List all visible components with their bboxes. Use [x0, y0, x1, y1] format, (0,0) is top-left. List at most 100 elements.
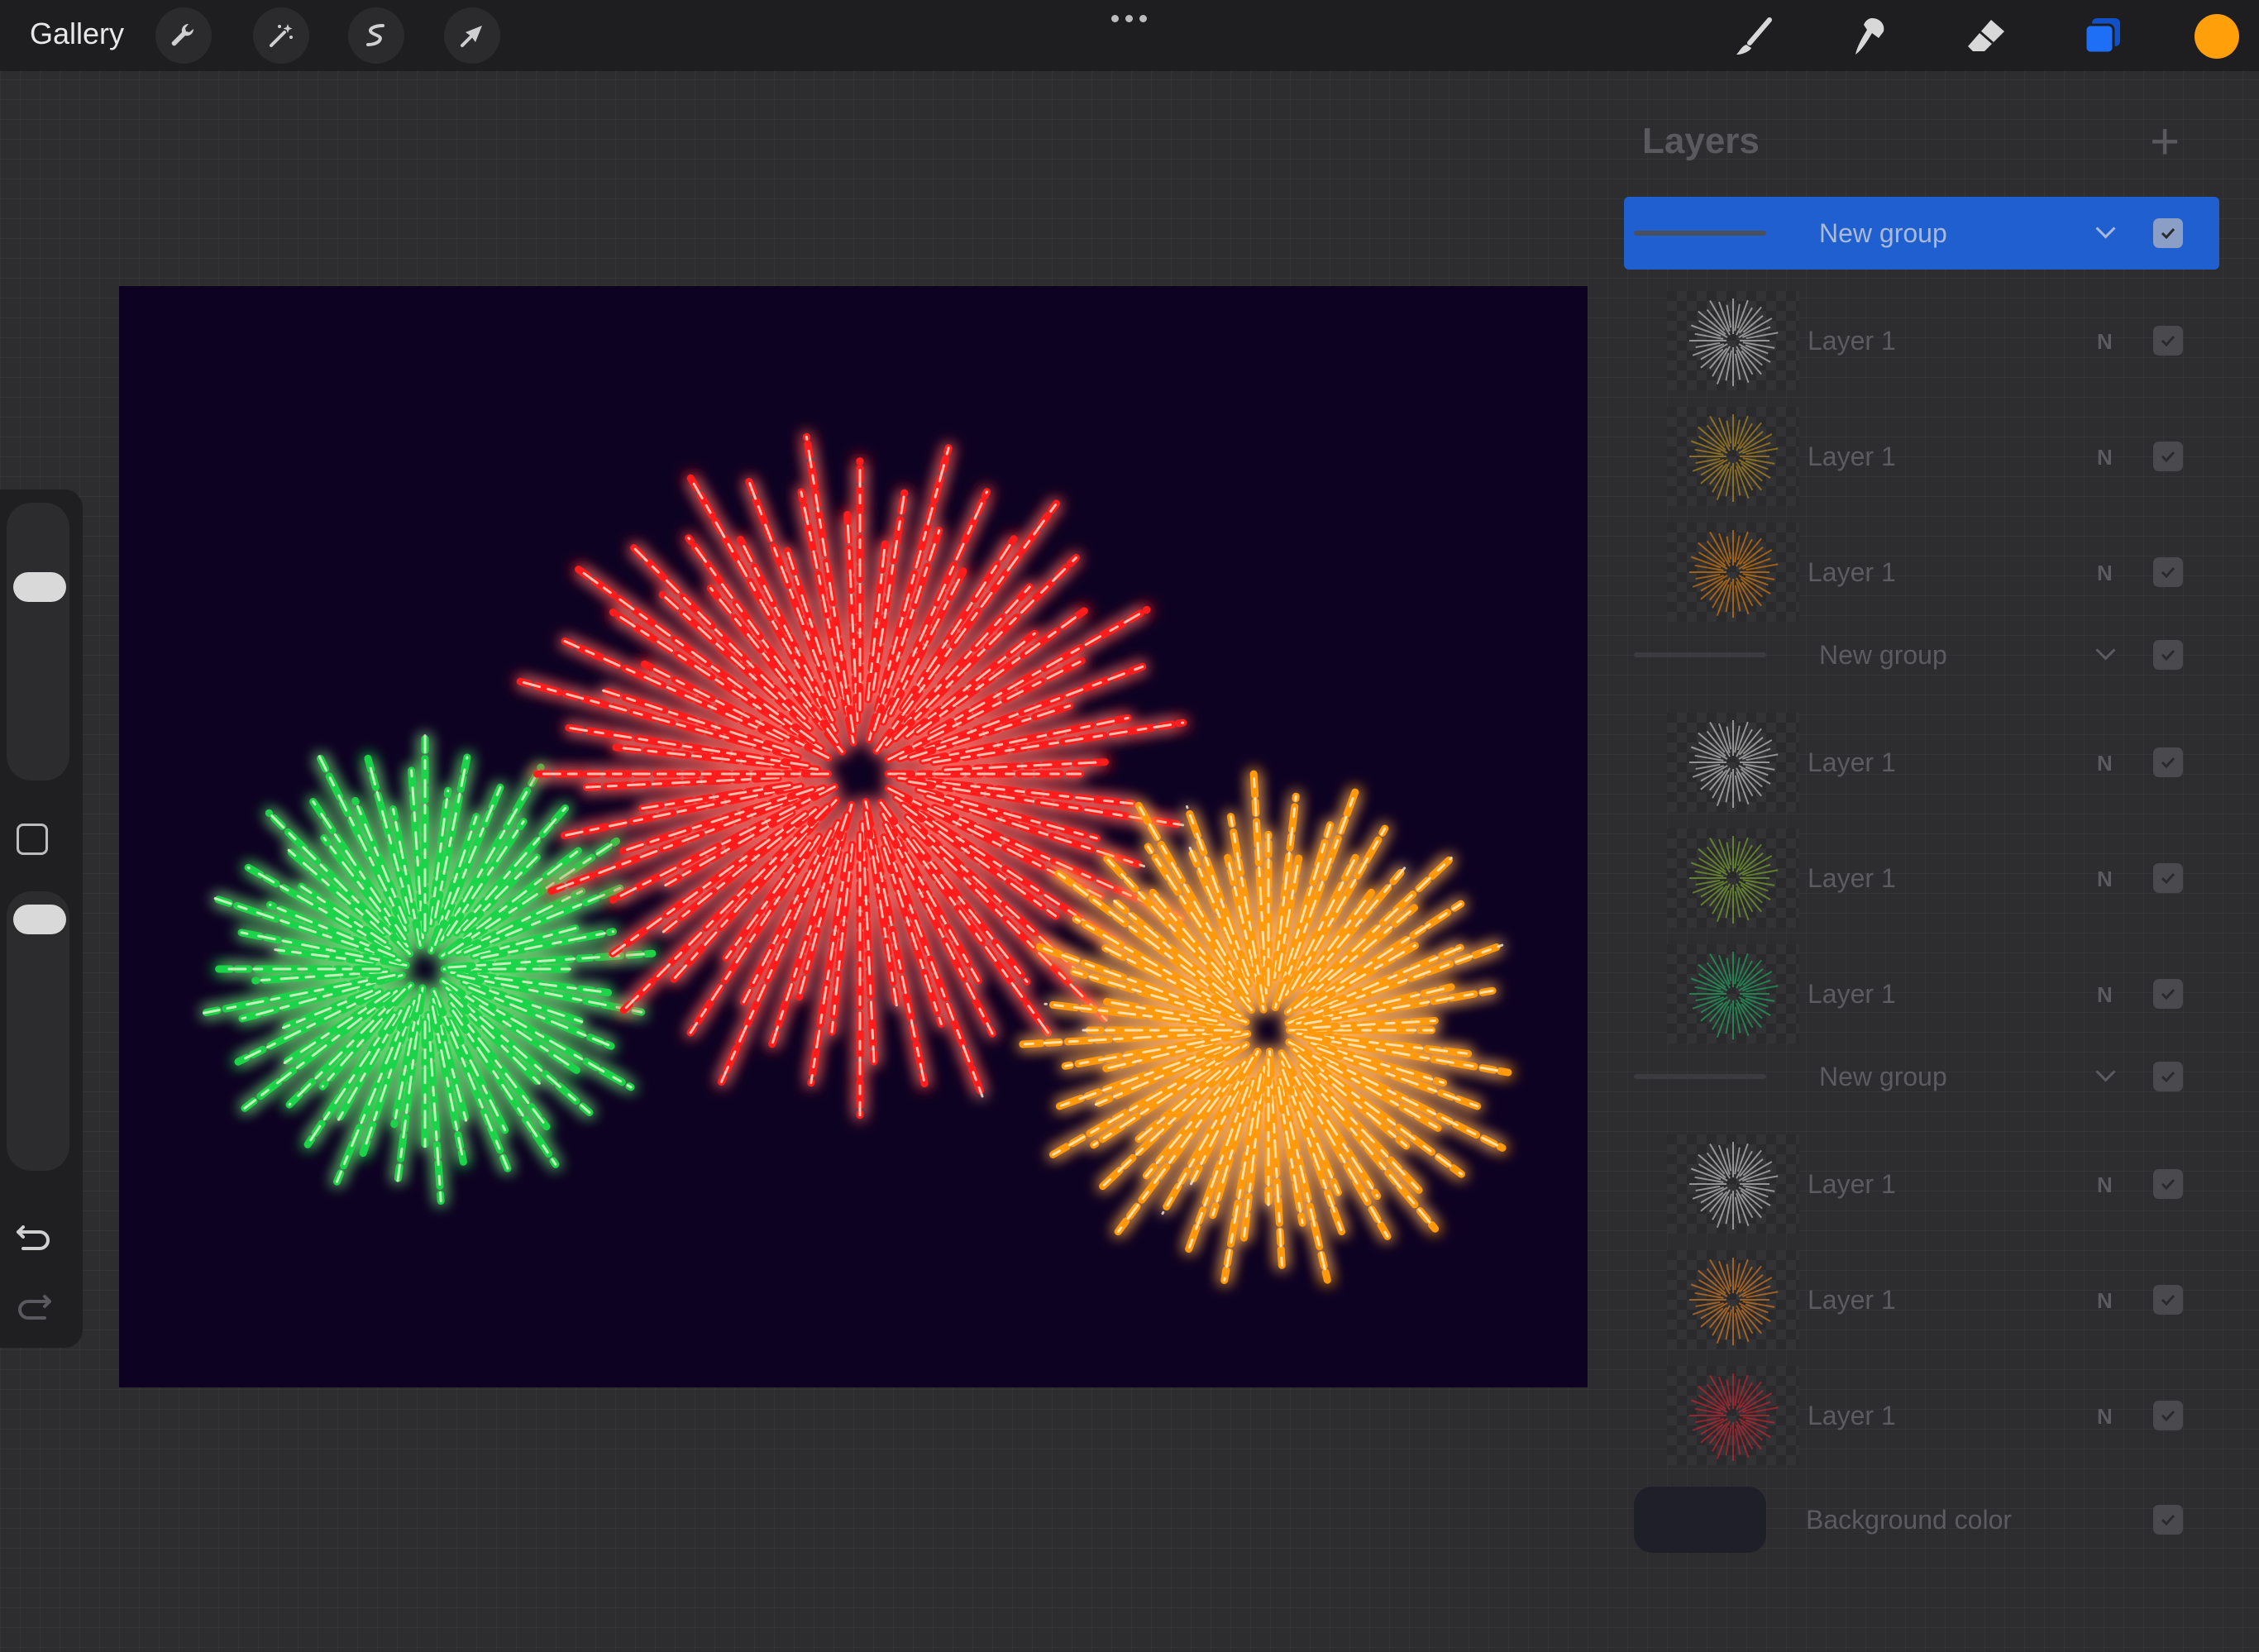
- visibility-checkbox[interactable]: [2153, 747, 2183, 777]
- layer-group-row[interactable]: New group: [1624, 1040, 2219, 1113]
- layer-thumbnail[interactable]: [1667, 828, 1799, 928]
- brush-tool[interactable]: [1730, 12, 1779, 61]
- eraser-tool[interactable]: [1961, 12, 2011, 61]
- layer-thumbnail[interactable]: [1667, 944, 1799, 1043]
- magic-wand-icon: [270, 24, 293, 47]
- checkmark-icon: [2161, 1410, 2175, 1422]
- layer-group-row[interactable]: New group: [1624, 197, 2219, 270]
- visibility-checkbox[interactable]: [2153, 218, 2183, 248]
- layer-thumbnail[interactable]: [1667, 1134, 1799, 1234]
- checkmark-icon: [2161, 566, 2175, 579]
- checkmark-icon: [2161, 1071, 2175, 1083]
- layers-panel: Layers + New group Layer 1 N Layer 1 N Layer …: [1616, 112, 2228, 1553]
- layer-row[interactable]: Layer 1 N: [1624, 283, 2219, 399]
- layer-thumbnail[interactable]: [1667, 1250, 1799, 1349]
- layer-name: Layer 1: [1808, 747, 1896, 777]
- blend-mode[interactable]: N: [2097, 982, 2113, 1008]
- background-color-label: Background color: [1806, 1505, 2013, 1535]
- brush-icon: [1736, 17, 1772, 55]
- layer-row[interactable]: Layer 1 N: [1624, 1126, 2219, 1242]
- layer-row[interactable]: Layer 1 N: [1624, 399, 2219, 514]
- blend-mode[interactable]: N: [2097, 867, 2113, 892]
- layer-row[interactable]: Layer 1 N: [1624, 704, 2219, 820]
- layer-row[interactable]: Layer 1 N: [1624, 514, 2219, 630]
- visibility-checkbox[interactable]: [2153, 979, 2183, 1009]
- chevron-down-icon[interactable]: [2095, 640, 2116, 661]
- layer-name: Layer 1: [1808, 1169, 1896, 1199]
- layer-row[interactable]: Layer 1 N: [1624, 936, 2219, 1052]
- layer-thumbnail[interactable]: [1667, 713, 1799, 812]
- brush-size-thumb[interactable]: [13, 572, 66, 602]
- transform-button[interactable]: [444, 7, 500, 64]
- chevron-down-icon[interactable]: [2095, 218, 2116, 239]
- layer-thumbnail[interactable]: [1667, 1366, 1799, 1465]
- visibility-checkbox[interactable]: [2153, 1169, 2183, 1199]
- selection-icon: [366, 24, 384, 46]
- modify-square-icon[interactable]: [17, 824, 48, 855]
- background-color-row[interactable]: Background color: [1624, 1483, 2219, 1556]
- visibility-checkbox[interactable]: [2153, 442, 2183, 471]
- more-options-icon[interactable]: [1111, 15, 1147, 22]
- visibility-checkbox[interactable]: [2153, 1285, 2183, 1315]
- visibility-checkbox[interactable]: [2153, 557, 2183, 587]
- visibility-checkbox[interactable]: [2153, 326, 2183, 356]
- layer-name: Layer 1: [1808, 1285, 1896, 1315]
- blend-mode[interactable]: N: [2097, 751, 2113, 776]
- layers-button[interactable]: [2077, 12, 2127, 61]
- visibility-checkbox[interactable]: [2153, 1505, 2183, 1535]
- checkmark-icon: [2161, 1178, 2175, 1191]
- chevron-down-icon[interactable]: [2095, 1062, 2116, 1082]
- eraser-icon: [1968, 20, 2004, 51]
- layer-thumbnail[interactable]: [1667, 291, 1799, 390]
- layer-group-row[interactable]: New group: [1624, 618, 2219, 691]
- spark-trail: [251, 967, 391, 985]
- checkmark-icon: [2161, 757, 2175, 769]
- checkmark-icon: [2161, 988, 2175, 1000]
- checkmark-icon: [2161, 227, 2175, 240]
- layer-row[interactable]: Layer 1 N: [1624, 820, 2219, 936]
- layer-row[interactable]: Layer 1 N: [1624, 1358, 2219, 1473]
- blend-mode[interactable]: N: [2097, 1288, 2113, 1314]
- left-sidebar: [0, 489, 83, 1348]
- layer-thumbnail[interactable]: [1667, 407, 1799, 506]
- checkmark-icon: [2161, 451, 2175, 463]
- blend-mode[interactable]: N: [2097, 1404, 2113, 1430]
- group-name: New group: [1819, 640, 1947, 670]
- transform-arrow-icon: [461, 26, 482, 47]
- gallery-button[interactable]: Gallery: [30, 17, 124, 51]
- background-color-swatch[interactable]: [1634, 1487, 1766, 1553]
- adjustments-button[interactable]: [253, 7, 309, 64]
- layer-thumbnail[interactable]: [1667, 523, 1799, 622]
- group-indicator: [1634, 231, 1766, 236]
- checkmark-icon: [2161, 649, 2175, 661]
- visibility-checkbox[interactable]: [2153, 1401, 2183, 1430]
- brush-size-slider[interactable]: [7, 503, 69, 781]
- blend-mode[interactable]: N: [2097, 561, 2113, 586]
- color-picker-button[interactable]: [2195, 14, 2239, 59]
- blend-mode[interactable]: N: [2097, 329, 2113, 355]
- add-layer-button[interactable]: +: [2150, 117, 2180, 168]
- group-indicator: [1634, 1074, 1766, 1079]
- visibility-checkbox[interactable]: [2153, 640, 2183, 670]
- firework-burst-red: [516, 432, 1187, 1120]
- redo-icon[interactable]: [12, 1282, 56, 1326]
- top-toolbar: Gallery: [0, 0, 2259, 71]
- actions-button[interactable]: [155, 7, 212, 64]
- group-name: New group: [1819, 218, 1947, 248]
- layer-row[interactable]: Layer 1 N: [1624, 1242, 2219, 1358]
- group-indicator: [1634, 652, 1766, 657]
- selection-button[interactable]: [348, 7, 404, 64]
- drawing-canvas[interactable]: [119, 286, 1588, 1387]
- blend-mode[interactable]: N: [2097, 1172, 2113, 1198]
- visibility-checkbox[interactable]: [2153, 1062, 2183, 1091]
- brush-opacity-thumb[interactable]: [13, 905, 66, 934]
- layer-name: Layer 1: [1808, 442, 1896, 471]
- blend-mode[interactable]: N: [2097, 445, 2113, 470]
- visibility-checkbox[interactable]: [2153, 863, 2183, 893]
- firework-burst-orange: [1019, 770, 1512, 1284]
- layer-name: Layer 1: [1808, 557, 1896, 587]
- checkmark-icon: [2161, 335, 2175, 347]
- undo-icon[interactable]: [12, 1212, 56, 1257]
- smudge-tool[interactable]: [1846, 12, 1895, 61]
- layer-name: Layer 1: [1808, 326, 1896, 356]
